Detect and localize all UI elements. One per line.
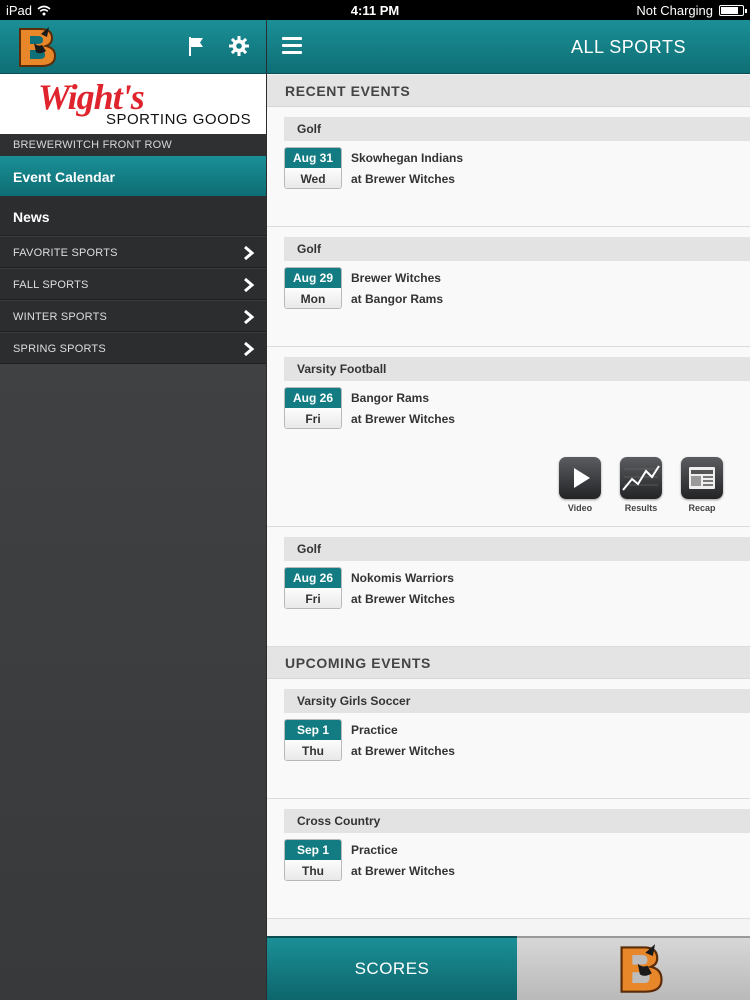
page-title: ALL SPORTS xyxy=(570,37,686,57)
sidebar-item-label: SPRING SPORTS xyxy=(13,343,106,355)
event-date-badge: Aug 29 Mon xyxy=(284,267,342,309)
event-location: at Brewer Witches xyxy=(351,172,455,186)
sidebar-item-favorite-sports[interactable]: FAVORITE SPORTS xyxy=(0,236,266,268)
event-date-badge: Aug 31 Wed xyxy=(284,147,342,189)
event-date-badge: Sep 1 Thu xyxy=(284,719,342,761)
recent-events-heading: RECENT EVENTS xyxy=(267,75,750,107)
chevron-right-icon xyxy=(244,309,255,325)
event-day: Fri xyxy=(285,588,341,608)
event-sport: Varsity Football xyxy=(284,357,750,381)
event-date: Aug 26 xyxy=(285,388,341,408)
sidebar: Wight's SPORTING GOODS BREWERWITCH FRONT… xyxy=(0,20,266,1000)
event-date: Sep 1 xyxy=(285,840,341,860)
battery-icon xyxy=(719,5,747,16)
event-card[interactable]: Golf Aug 26 Fri Nokomis Warriors at Brew… xyxy=(267,527,750,647)
sidebar-header xyxy=(0,20,266,74)
event-team: Skowhegan Indians xyxy=(351,151,464,165)
gear-icon[interactable] xyxy=(227,34,251,58)
event-day: Thu xyxy=(285,860,341,880)
results-button[interactable]: Results xyxy=(619,457,663,513)
event-sport: Golf xyxy=(284,237,750,261)
event-location: at Brewer Witches xyxy=(351,744,455,758)
event-day: Wed xyxy=(285,168,341,188)
newspaper-icon xyxy=(681,457,723,499)
event-date: Aug 31 xyxy=(285,148,341,168)
main-panel: ALL SPORTS RECENT EVENTS Golf Aug 31 Wed… xyxy=(267,20,750,1000)
brewer-witch-b-logo-icon xyxy=(620,944,663,993)
event-team: Bangor Rams xyxy=(351,391,430,405)
event-sport: Cross Country xyxy=(284,809,750,833)
section-label: BREWERWITCH FRONT ROW xyxy=(0,134,266,156)
sidebar-item-fall-sports[interactable]: FALL SPORTS xyxy=(0,268,266,300)
sidebar-item-label: WINTER SPORTS xyxy=(13,311,108,323)
event-location: at Bangor Rams xyxy=(351,292,444,306)
sidebar-background xyxy=(0,364,266,1000)
status-bar: iPad 4:11 PM Not Charging xyxy=(0,0,750,20)
chevron-right-icon xyxy=(244,245,255,261)
event-day: Fri xyxy=(285,408,341,428)
tab-home[interactable] xyxy=(517,936,750,1000)
event-date: Aug 29 xyxy=(285,268,341,288)
event-day: Thu xyxy=(285,740,341,760)
play-icon xyxy=(559,457,601,499)
chevron-right-icon xyxy=(244,277,255,293)
sponsor-banner[interactable]: Wight's SPORTING GOODS xyxy=(0,74,266,134)
event-day: Mon xyxy=(285,288,341,308)
event-date: Sep 1 xyxy=(285,720,341,740)
event-team: Nokomis Warriors xyxy=(351,571,454,585)
flag-icon[interactable] xyxy=(184,34,208,58)
brewer-witch-b-logo-icon[interactable] xyxy=(14,25,60,69)
event-date-badge: Sep 1 Thu xyxy=(284,839,342,881)
event-date: Aug 26 xyxy=(285,568,341,588)
event-sport: Varsity Girls Soccer xyxy=(284,689,750,713)
video-label: Video xyxy=(567,503,593,513)
event-location: at Brewer Witches xyxy=(351,864,455,878)
event-card[interactable]: Golf Aug 29 Mon Brewer Witches at Bangor… xyxy=(267,227,750,347)
event-card[interactable]: Varsity Football Aug 26 Fri Bangor Rams … xyxy=(267,347,750,527)
event-card[interactable]: Varsity Girls Soccer Sep 1 Thu Practice … xyxy=(267,679,750,799)
main-header: ALL SPORTS xyxy=(267,20,750,74)
menu-icon[interactable] xyxy=(282,37,302,55)
sidebar-item-spring-sports[interactable]: SPRING SPORTS xyxy=(0,332,266,364)
event-date-badge: Aug 26 Fri xyxy=(284,387,342,429)
charging-status: Not Charging xyxy=(636,3,713,18)
recap-button[interactable]: Recap xyxy=(680,457,724,513)
event-card[interactable]: Cross Country Sep 1 Thu Practice at Brew… xyxy=(267,799,750,919)
event-location: at Brewer Witches xyxy=(351,412,455,426)
event-team: Practice xyxy=(351,723,398,737)
sidebar-item-label: FALL SPORTS xyxy=(13,279,89,291)
recap-label: Recap xyxy=(688,503,716,513)
event-sport: Golf xyxy=(284,117,750,141)
chart-icon xyxy=(620,457,662,499)
tab-scores-label: SCORES xyxy=(354,959,430,978)
event-team: Practice xyxy=(351,843,398,857)
sponsor-subtitle: SPORTING GOODS xyxy=(106,111,252,128)
event-location: at Brewer Witches xyxy=(351,592,455,606)
event-sport: Golf xyxy=(284,537,750,561)
sidebar-item-news[interactable]: News xyxy=(0,196,266,236)
event-card[interactable]: Golf Aug 31 Wed Skowhegan Indians at Bre… xyxy=(267,107,750,227)
event-team: Brewer Witches xyxy=(351,271,441,285)
sidebar-item-label: FAVORITE SPORTS xyxy=(13,247,118,259)
event-date-badge: Aug 26 Fri xyxy=(284,567,342,609)
results-label: Results xyxy=(624,503,658,513)
sidebar-item-winter-sports[interactable]: WINTER SPORTS xyxy=(0,300,266,332)
sidebar-item-event-calendar[interactable]: Event Calendar xyxy=(0,156,266,196)
chevron-right-icon xyxy=(244,341,255,357)
tab-scores[interactable]: SCORES xyxy=(267,936,517,1000)
event-list[interactable]: RECENT EVENTS Golf Aug 31 Wed Skowhegan … xyxy=(267,75,750,936)
upcoming-events-heading: UPCOMING EVENTS xyxy=(267,647,750,679)
video-button[interactable]: Video xyxy=(558,457,602,513)
